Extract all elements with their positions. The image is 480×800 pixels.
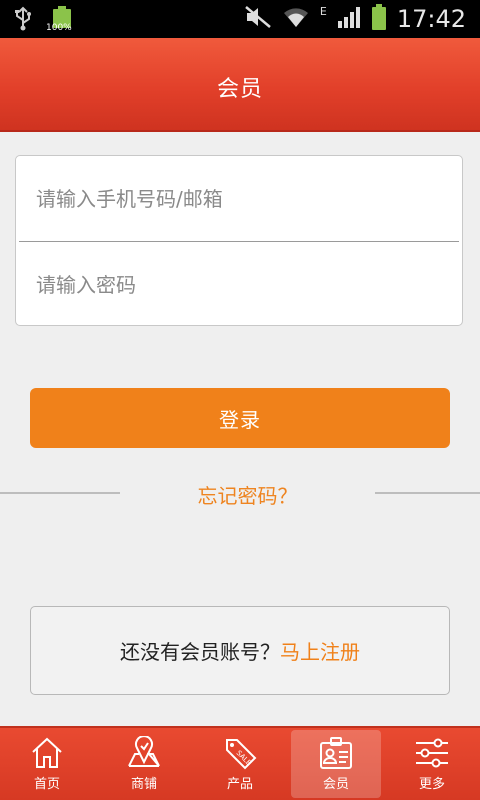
register-question: 还没有会员账号？	[120, 640, 280, 664]
status-bar: 100% E 17:42	[0, 0, 480, 38]
register-link[interactable]: 马上注册	[280, 636, 360, 665]
mute-icon	[244, 5, 272, 33]
signal-icon	[337, 5, 361, 33]
phone-email-input[interactable]	[34, 185, 438, 212]
member-card-icon	[320, 737, 352, 769]
sale-tag-icon: SALE	[226, 739, 257, 770]
sliders-icon	[416, 738, 448, 768]
register-box: 还没有会员账号？ 马上注册	[30, 606, 450, 695]
tab-shops[interactable]: 商铺	[99, 730, 189, 798]
home-icon	[32, 737, 62, 768]
tab-label: 产品	[226, 777, 253, 792]
tab-member[interactable]: 会员	[291, 730, 381, 798]
tab-label: 会员	[322, 777, 349, 792]
divider-right	[375, 492, 480, 494]
login-button[interactable]: 登录	[30, 388, 450, 448]
password-input[interactable]	[34, 271, 438, 298]
tab-label: 商铺	[130, 777, 157, 792]
bottom-tab-bar: 首页 商铺 SALE 产品 会员 更多	[0, 726, 480, 800]
map-pin-icon	[128, 736, 160, 767]
app-header: 会员	[0, 38, 480, 132]
tab-label: 首页	[33, 777, 60, 792]
wifi-icon	[282, 5, 310, 33]
tab-products[interactable]: SALE 产品	[195, 730, 285, 798]
tab-home[interactable]: 首页	[2, 730, 92, 798]
tab-label: 更多	[418, 777, 445, 792]
tab-more[interactable]: 更多	[387, 730, 477, 798]
usb-icon	[12, 6, 34, 36]
clock: 17:42	[396, 5, 466, 33]
page-title: 会员	[216, 77, 263, 102]
battery-percent: 100%	[46, 23, 72, 33]
phone-email-field-row	[16, 156, 462, 241]
battery-icon: 100%	[46, 6, 78, 34]
network-type: E	[319, 4, 327, 18]
forgot-password-link[interactable]: 忘记密码？	[120, 480, 375, 509]
password-field-row	[16, 242, 462, 327]
login-form	[15, 155, 463, 326]
divider-left	[0, 492, 120, 494]
battery-icon	[371, 4, 387, 34]
